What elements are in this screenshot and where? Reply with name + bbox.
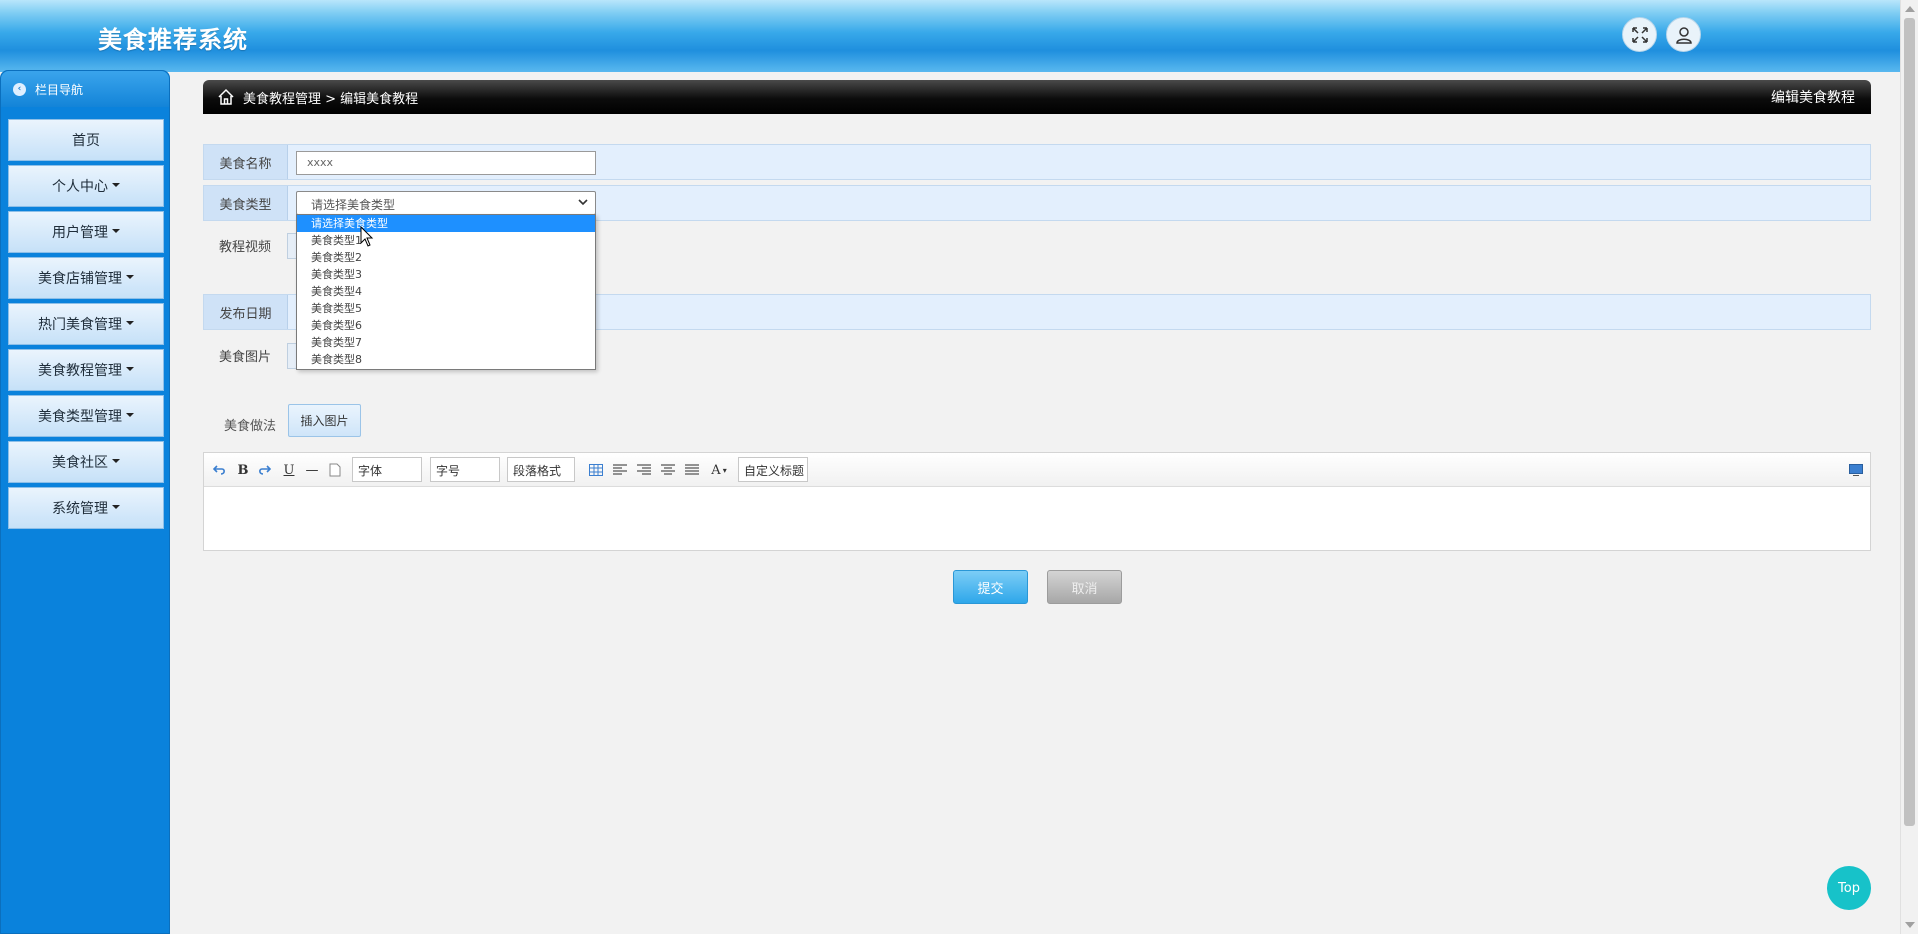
type-option[interactable]: 请选择美食类型 — [297, 215, 595, 232]
form-row-name: 美食名称 xxxx — [203, 144, 1871, 180]
type-option[interactable]: 美食类型6 — [297, 317, 595, 334]
caret-down-icon — [126, 413, 134, 417]
align-center-icon[interactable] — [660, 461, 676, 479]
nav-toggle-icon[interactable]: ‹ — [13, 82, 26, 96]
sidebar-item-hot-food-management[interactable]: 热门美食管理 — [8, 303, 164, 345]
name-input[interactable]: xxxx — [296, 151, 596, 175]
redo-icon[interactable] — [256, 461, 272, 479]
horizontal-rule-icon[interactable]: — — [304, 461, 320, 479]
caret-down-icon — [126, 275, 134, 279]
type-option[interactable]: 美食类型4 — [297, 283, 595, 300]
sidebar-item-community[interactable]: 美食社区 — [8, 441, 164, 483]
insert-image-button[interactable]: 插入图片 — [288, 404, 361, 437]
mouse-pointer-icon — [360, 226, 374, 247]
user-icon — [1675, 26, 1692, 44]
table-icon[interactable] — [588, 461, 604, 479]
sidebar-heading: ‹ 栏目导航 — [1, 71, 169, 107]
type-option[interactable]: 美食类型5 — [297, 300, 595, 317]
editor-content-area[interactable] — [204, 487, 1870, 551]
underline-icon[interactable]: U — [282, 461, 296, 479]
video-label: 教程视频 — [218, 239, 271, 255]
breadcrumb: 美食教程管理 > 编辑美食教程 编辑美食教程 — [203, 80, 1871, 114]
sidebar-item-tutorial-management[interactable]: 美食教程管理 — [8, 349, 164, 391]
chevron-down-icon — [578, 199, 588, 206]
rich-text-editor: B U — 字体 字号 段落格式 A ▾ 自定义标题 — [203, 452, 1871, 551]
caret-down-icon — [112, 183, 120, 187]
type-label: 美食类型 — [204, 186, 288, 220]
type-option[interactable]: 美食类型2 — [297, 249, 595, 266]
scrollbar-thumb[interactable] — [1904, 18, 1915, 826]
cancel-button[interactable]: 取消 — [1047, 570, 1122, 604]
date-label: 发布日期 — [204, 295, 288, 329]
scroll-up-arrow-icon[interactable] — [1905, 6, 1915, 12]
sidebar-item-shop-management[interactable]: 美食店铺管理 — [8, 257, 164, 299]
custom-title-select[interactable]: 自定义标题 — [738, 457, 808, 482]
source-view-icon[interactable] — [1848, 461, 1864, 479]
name-label: 美食名称 — [204, 145, 288, 179]
paragraph-format-select[interactable]: 段落格式 — [507, 457, 575, 482]
sidebar: ‹ 栏目导航 首页 个人中心 用户管理 美食店铺管理 热门美食管理 美食教程管理… — [0, 70, 170, 934]
page-title: 编辑美食教程 — [1771, 90, 1855, 106]
page-scrollbar[interactable] — [1900, 0, 1918, 934]
type-dropdown-list: 请选择美食类型 美食类型1 美食类型2 美食类型3 美食类型4 美食类型5 美食… — [296, 214, 596, 370]
image-label: 美食图片 — [218, 349, 271, 365]
editor-toolbar: B U — 字体 字号 段落格式 A ▾ 自定义标题 — [204, 453, 1870, 487]
font-size-select[interactable]: 字号 — [430, 457, 500, 482]
submit-button[interactable]: 提交 — [953, 570, 1028, 604]
breadcrumb-path: 美食教程管理 > 编辑美食教程 — [243, 91, 419, 107]
sidebar-item-type-management[interactable]: 美食类型管理 — [8, 395, 164, 437]
back-to-top-button[interactable]: Top — [1827, 866, 1871, 910]
sidebar-item-home[interactable]: 首页 — [8, 119, 164, 161]
caret-down-icon — [112, 229, 120, 233]
align-left-icon[interactable] — [612, 461, 628, 479]
fullscreen-button[interactable] — [1622, 17, 1657, 52]
scroll-down-arrow-icon[interactable] — [1905, 922, 1915, 928]
type-option[interactable]: 美食类型3 — [297, 266, 595, 283]
sidebar-item-user-management[interactable]: 用户管理 — [8, 211, 164, 253]
align-justify-icon[interactable] — [684, 461, 700, 479]
app-title: 美食推荐系统 — [98, 26, 248, 54]
caret-down-icon — [126, 321, 134, 325]
home-icon[interactable] — [217, 88, 235, 106]
sidebar-item-system-management[interactable]: 系统管理 — [8, 487, 164, 529]
bold-icon[interactable]: B — [236, 461, 250, 479]
caret-down-icon — [112, 505, 120, 509]
font-color-icon[interactable]: A ▾ — [708, 461, 730, 479]
font-family-select[interactable]: 字体 — [352, 457, 422, 482]
fullscreen-icon — [1631, 26, 1648, 43]
caret-down-icon — [126, 367, 134, 371]
caret-down-icon — [112, 459, 120, 463]
align-right-icon[interactable] — [636, 461, 652, 479]
user-button[interactable] — [1666, 17, 1701, 52]
type-option[interactable]: 美食类型8 — [297, 351, 595, 368]
method-label: 美食做法 — [223, 419, 276, 434]
type-option[interactable]: 美食类型7 — [297, 334, 595, 351]
app-header: 美食推荐系统 — [0, 0, 1900, 72]
undo-icon[interactable] — [212, 461, 228, 479]
type-option[interactable]: 美食类型1 — [297, 232, 595, 249]
page-break-icon[interactable] — [328, 461, 342, 479]
sidebar-item-personal-center[interactable]: 个人中心 — [8, 165, 164, 207]
type-select[interactable]: 请选择美食类型 — [296, 191, 596, 215]
